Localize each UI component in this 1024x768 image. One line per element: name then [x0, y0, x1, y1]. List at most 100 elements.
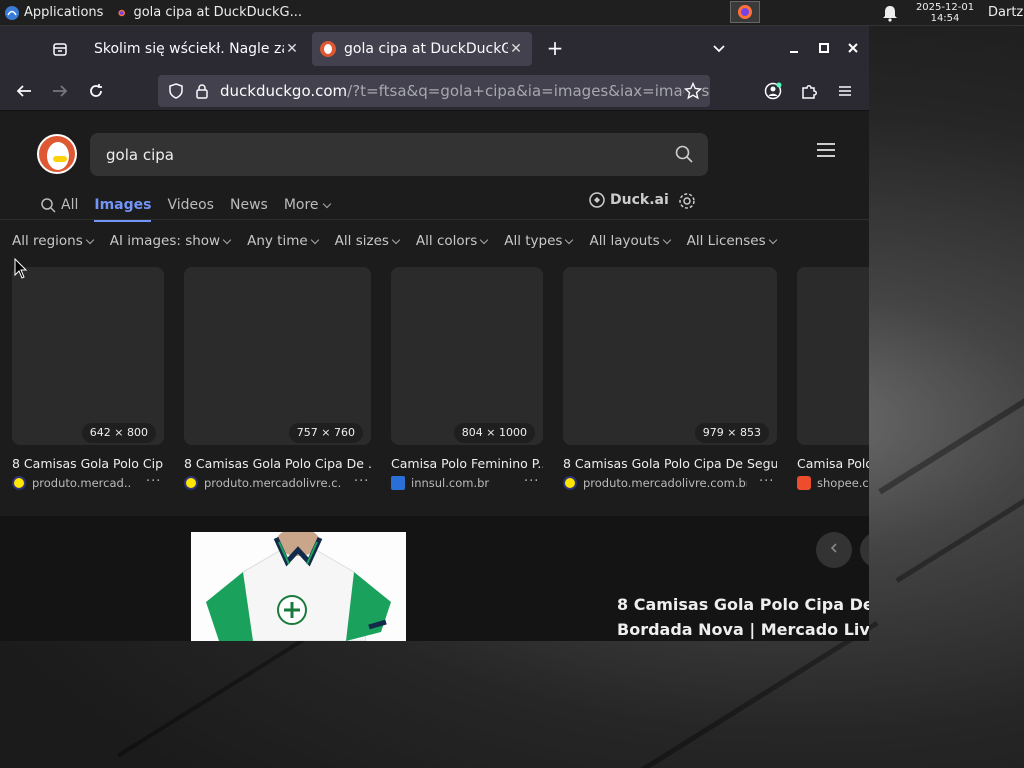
filter-colors[interactable]: All colors: [416, 233, 489, 249]
result-thumbnail[interactable]: [391, 267, 543, 445]
tab-all[interactable]: All: [40, 197, 78, 213]
account-button[interactable]: [762, 80, 784, 102]
user-menu[interactable]: Dartz: [988, 5, 1023, 20]
detail-image[interactable]: [191, 532, 406, 641]
tab-title: Skolim się wściekł. Nagle zac: [94, 41, 284, 57]
tab-active[interactable]: gola cipa at DuckDuckGo ✕: [312, 32, 532, 66]
result-thumbnail[interactable]: [797, 267, 869, 445]
source-domain: produto.mercadolivre.com.br: [583, 476, 747, 490]
tab-news[interactable]: News: [230, 197, 268, 213]
result-thumbnail[interactable]: [563, 267, 777, 445]
next-image-button[interactable]: [860, 532, 869, 568]
detail-title-line: 8 Camisas Gola Polo Cipa De: [617, 595, 869, 614]
firefox-view-icon: [53, 43, 67, 56]
filter-regions[interactable]: All regions: [12, 233, 95, 249]
filter-time[interactable]: Any time: [247, 233, 319, 249]
image-result[interactable]: Camisa Polo shopee.co: [797, 267, 869, 507]
image-dimensions-badge: 979 × 853: [694, 423, 769, 443]
reload-button[interactable]: [85, 80, 107, 102]
divider: [0, 219, 869, 220]
filter-label: Any time: [247, 233, 308, 249]
clock[interactable]: 2025-12-01 14:54: [905, 0, 985, 26]
result-thumbnail[interactable]: [184, 267, 371, 445]
tray-firefox-icon[interactable]: [730, 1, 760, 23]
tracking-protection-shield-icon[interactable]: [168, 83, 184, 99]
filter-label: All sizes: [334, 233, 389, 249]
filter-label: All types: [504, 233, 563, 249]
filter-layouts[interactable]: All layouts: [589, 233, 671, 249]
result-title[interactable]: 8 Camisas Gola Polo Cipa De Segu...: [563, 456, 777, 471]
more-options-button[interactable]: ···: [354, 474, 369, 489]
tab-more[interactable]: More: [283, 197, 331, 213]
minimize-button[interactable]: [786, 40, 802, 56]
tab-videos[interactable]: Videos: [167, 197, 214, 213]
maximize-button[interactable]: [816, 40, 832, 56]
back-arrow-icon: [16, 85, 31, 97]
bookmark-star-icon[interactable]: [684, 82, 702, 100]
firefox-view-button[interactable]: [46, 38, 74, 60]
minimize-icon: [790, 51, 798, 53]
more-options-button[interactable]: ···: [759, 474, 774, 489]
filter-types[interactable]: All types: [504, 233, 574, 249]
tab-label: More: [283, 197, 319, 213]
tab-close-button[interactable]: ✕: [284, 41, 300, 57]
page-menu-button[interactable]: [817, 143, 835, 159]
source-domain: shopee.co: [817, 476, 869, 490]
duck-ai-button[interactable]: Duck.ai: [588, 191, 669, 209]
search-verticals: All Images Videos News More: [40, 191, 346, 222]
forward-button[interactable]: [49, 80, 71, 102]
maximize-icon: [819, 43, 829, 53]
result-source[interactable]: produto.mercad...: [12, 476, 132, 490]
source-domain: produto.mercadolivre.c...: [204, 476, 342, 490]
result-source[interactable]: innsul.com.br: [391, 476, 511, 490]
result-thumbnail[interactable]: [12, 267, 164, 445]
duck-ai-chat-icon: [589, 192, 605, 208]
filter-sizes[interactable]: All sizes: [334, 233, 401, 249]
result-title[interactable]: Camisa Polo: [797, 456, 869, 471]
firefox-icon: [738, 5, 752, 19]
reload-icon: [90, 84, 102, 97]
chevron-down-icon: [662, 235, 671, 244]
tab-images[interactable]: Images: [94, 197, 152, 222]
back-button[interactable]: [13, 80, 35, 102]
result-source[interactable]: produto.mercadolivre.c...: [184, 476, 342, 490]
notification-bell-icon[interactable]: [880, 4, 900, 22]
duckduckgo-page: All Images Videos News More Duck.ai: [0, 111, 869, 641]
app-menu-button[interactable]: [834, 80, 856, 102]
gear-icon[interactable]: [678, 192, 696, 210]
taskbar-item-firefox[interactable]: gola cipa at DuckDuckG...: [110, 0, 310, 26]
result-title[interactable]: 8 Camisas Gola Polo Cip...: [12, 456, 164, 471]
more-options-button[interactable]: ···: [146, 474, 161, 489]
chevron-down-icon: [479, 235, 489, 244]
list-all-tabs-chevron-icon[interactable]: [709, 38, 729, 58]
filter-ai-images[interactable]: AI images: show: [110, 233, 232, 249]
tab-inactive[interactable]: Skolim się wściekł. Nagle zac ✕: [86, 32, 308, 66]
extensions-button[interactable]: [798, 80, 820, 102]
duckduckgo-logo[interactable]: [37, 134, 77, 174]
duck-ai-label: Duck.ai: [610, 192, 669, 208]
search-input[interactable]: [106, 145, 646, 164]
previous-image-button[interactable]: [816, 532, 852, 568]
new-tab-button[interactable]: +: [544, 36, 566, 60]
search-bar: [90, 133, 708, 176]
close-window-button[interactable]: [845, 40, 861, 56]
more-options-button[interactable]: ···: [524, 474, 539, 489]
result-title[interactable]: Camisa Polo Feminino P...: [391, 456, 543, 471]
source-domain: innsul.com.br: [411, 476, 490, 490]
address-bar[interactable]: duckduckgo.com/?t=ftsa&q=gola+cipa&ia=im…: [158, 75, 710, 107]
polo-shirt-image: [191, 532, 406, 641]
result-source[interactable]: shopee.co: [797, 476, 869, 490]
result-title[interactable]: 8 Camisas Gola Polo Cipa De ...: [184, 456, 371, 471]
lock-icon[interactable]: [194, 83, 210, 99]
result-source[interactable]: produto.mercadolivre.com.br: [563, 476, 747, 490]
applications-menu[interactable]: Applications: [0, 5, 110, 21]
chevron-down-icon: [391, 235, 401, 244]
close-icon: [848, 43, 858, 53]
filter-licenses[interactable]: All Licenses: [687, 233, 777, 249]
clock-date: 2025-12-01: [915, 2, 975, 13]
tab-close-button[interactable]: ✕: [508, 41, 524, 57]
hamburger-menu-icon: [839, 86, 851, 96]
search-icon[interactable]: [674, 144, 694, 164]
detail-title[interactable]: 8 Camisas Gola Polo Cipa De Bordada Nova…: [617, 592, 869, 641]
url-path: /?t=ftsa&q=gola+cipa&ia=images&iax=image…: [347, 82, 710, 100]
